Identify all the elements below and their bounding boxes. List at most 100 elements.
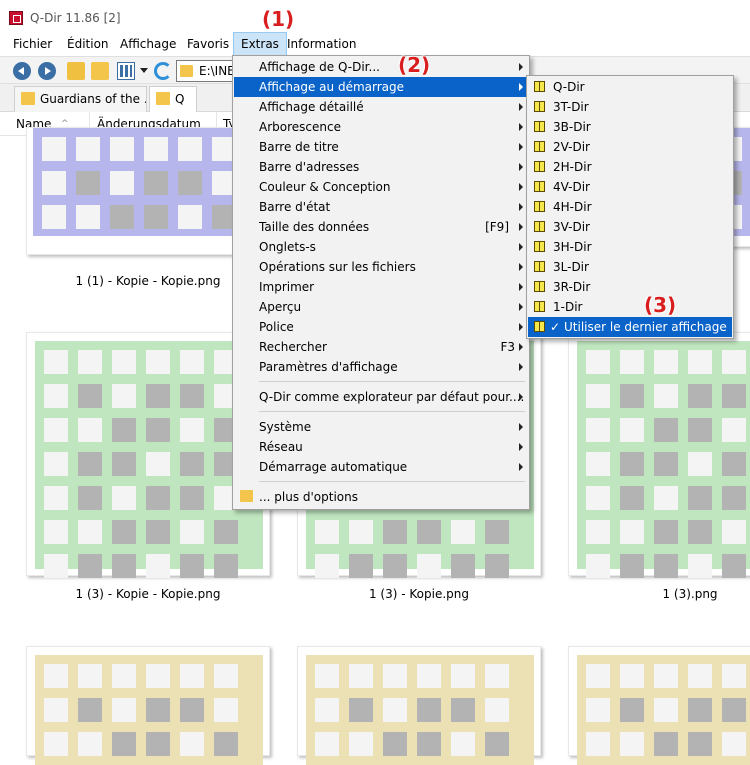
menu-fichier[interactable]: Fichier <box>6 32 59 56</box>
extras-menu-item[interactable]: Réseau <box>234 437 529 457</box>
extras-menu-item[interactable]: Rechercher F3 <box>234 337 529 357</box>
startup-layout-item[interactable]: 4H-Dir <box>528 197 732 217</box>
thumb-cell <box>146 732 170 756</box>
thumb-cell <box>620 350 644 374</box>
startup-layout-item[interactable]: 4V-Dir <box>528 177 732 197</box>
extras-menu-item[interactable]: Q-Dir comme explorateur par défaut pour.… <box>234 387 529 407</box>
thumb-cell <box>586 486 610 510</box>
extras-menu: Affichage de Q-Dir... Affichage au démarr… <box>232 55 530 510</box>
extras-menu-item[interactable]: Aperçu <box>234 297 529 317</box>
folder-icon <box>156 92 170 105</box>
submenu-arrow-icon <box>519 303 523 311</box>
thumb-cell <box>688 384 712 408</box>
startup-layout-item[interactable]: 3T-Dir <box>528 97 732 117</box>
forward-icon[interactable] <box>38 62 56 80</box>
menu-item-label: Démarrage automatique <box>259 460 408 474</box>
menu-favoris[interactable]: Favoris <box>180 32 236 56</box>
menu-item-label: Couleur & Conception <box>259 180 391 194</box>
menu-item-label: Taille des données <box>259 220 370 234</box>
menu-affichage[interactable]: Affichage <box>113 32 183 56</box>
startup-layout-item[interactable]: 3H-Dir <box>528 237 732 257</box>
tab-q[interactable]: Q <box>149 86 197 112</box>
extras-menu-item[interactable]: Police <box>234 317 529 337</box>
startup-layout-item[interactable]: Q-Dir <box>528 77 732 97</box>
startup-layout-item[interactable]: 3R-Dir <box>528 277 732 297</box>
thumb-cell <box>144 171 168 195</box>
thumb-cell <box>214 520 238 544</box>
menu-item-label: Imprimer <box>259 280 315 294</box>
extras-menu-item[interactable]: Opérations sur les fichiers <box>234 257 529 277</box>
file-name[interactable]: 1 (3) - Kopie.png <box>297 587 541 601</box>
thumb-cell <box>178 171 202 195</box>
tab-guardians[interactable]: Guardians of the ... <box>14 86 147 112</box>
submenu-arrow-icon <box>519 223 523 231</box>
thumb-cell <box>146 452 170 476</box>
thumb-cell <box>146 520 170 544</box>
menu-extras[interactable]: Extras <box>233 32 287 56</box>
address-bar[interactable]: E:\INE <box>176 60 236 82</box>
layout-1-icon <box>534 301 545 312</box>
startup-layout-item[interactable]: 3B-Dir <box>528 117 732 137</box>
thumb-cell <box>654 486 678 510</box>
back-icon[interactable] <box>13 62 31 80</box>
thumb-cell <box>722 452 746 476</box>
startup-layout-item[interactable]: 2H-Dir <box>528 157 732 177</box>
file-name[interactable]: 1 (3).png <box>568 587 750 601</box>
file-thumbnail[interactable] <box>568 332 750 578</box>
submenu-arrow-icon <box>519 393 523 401</box>
thumb-cell <box>180 384 204 408</box>
extras-menu-item[interactable]: Affichage détaillé <box>234 97 529 117</box>
extras-menu-item[interactable]: Onglets-s <box>234 237 529 257</box>
extras-menu-item[interactable]: Système <box>234 417 529 437</box>
extras-menu-item[interactable]: Taille des données [F9] <box>234 217 529 237</box>
startup-layout-item[interactable]: 2V-Dir <box>528 137 732 157</box>
extras-menu-item[interactable]: Couleur & Conception <box>234 177 529 197</box>
new-folder-icon[interactable] <box>91 62 109 80</box>
menu-item-label: Q-Dir <box>553 80 585 94</box>
thumb-grid <box>577 341 750 578</box>
thumb-cell <box>654 384 678 408</box>
menu-edition[interactable]: Édition <box>60 32 116 56</box>
submenu-arrow-icon <box>519 443 523 451</box>
startup-layout-item[interactable]: 1-Dir <box>528 297 732 317</box>
extras-menu-item[interactable]: ... plus d'options <box>234 487 529 507</box>
extras-menu-item[interactable]: Affichage au démarrage <box>234 77 529 97</box>
thumb-cell <box>44 384 68 408</box>
extras-menu-item[interactable]: Affichage de Q-Dir... <box>234 57 529 77</box>
thumb-cell <box>42 205 66 229</box>
extras-menu-item[interactable]: Arborescence <box>234 117 529 137</box>
startup-layout-item[interactable]: 3L-Dir <box>528 257 732 277</box>
folder-icon <box>240 490 253 502</box>
startup-layout-item[interactable]: ✓ Utiliser le dernier affichage <box>528 317 732 337</box>
extras-menu-item[interactable]: Barre d'état <box>234 197 529 217</box>
thumb-cell <box>315 732 339 756</box>
thumb-cell <box>654 418 678 442</box>
extras-menu-item[interactable]: Imprimer <box>234 277 529 297</box>
thumb-cell <box>620 554 644 578</box>
thumb-cell <box>349 698 373 722</box>
file-thumbnail[interactable] <box>568 646 750 765</box>
file-thumbnail[interactable] <box>297 646 541 765</box>
file-thumbnail[interactable] <box>26 646 270 765</box>
menu-item-label: Rechercher <box>259 340 327 354</box>
thumb-cell <box>586 418 610 442</box>
refresh-icon[interactable] <box>154 62 172 80</box>
thumb-cell <box>76 171 100 195</box>
view-dropdown-icon[interactable] <box>140 68 148 73</box>
view-mode-icon[interactable] <box>117 62 135 80</box>
submenu-arrow-icon <box>519 103 523 111</box>
thumb-cell <box>688 452 712 476</box>
extras-menu-item[interactable]: Démarrage automatique <box>234 457 529 477</box>
extras-menu-item[interactable]: Barre de titre <box>234 137 529 157</box>
thumb-cell <box>180 554 204 578</box>
menu-information[interactable]: Information <box>280 32 363 56</box>
file-name[interactable]: 1 (3) - Kopie - Kopie.png <box>26 587 270 601</box>
thumb-cell <box>722 664 746 688</box>
thumb-cell <box>110 137 134 161</box>
folder-up-icon[interactable] <box>67 62 85 80</box>
thumb-cell <box>112 486 136 510</box>
startup-layout-item[interactable]: 3V-Dir <box>528 217 732 237</box>
extras-menu-item[interactable]: Paramètres d'affichage <box>234 357 529 377</box>
thumb-cell <box>722 350 746 374</box>
extras-menu-item[interactable]: Barre d'adresses <box>234 157 529 177</box>
